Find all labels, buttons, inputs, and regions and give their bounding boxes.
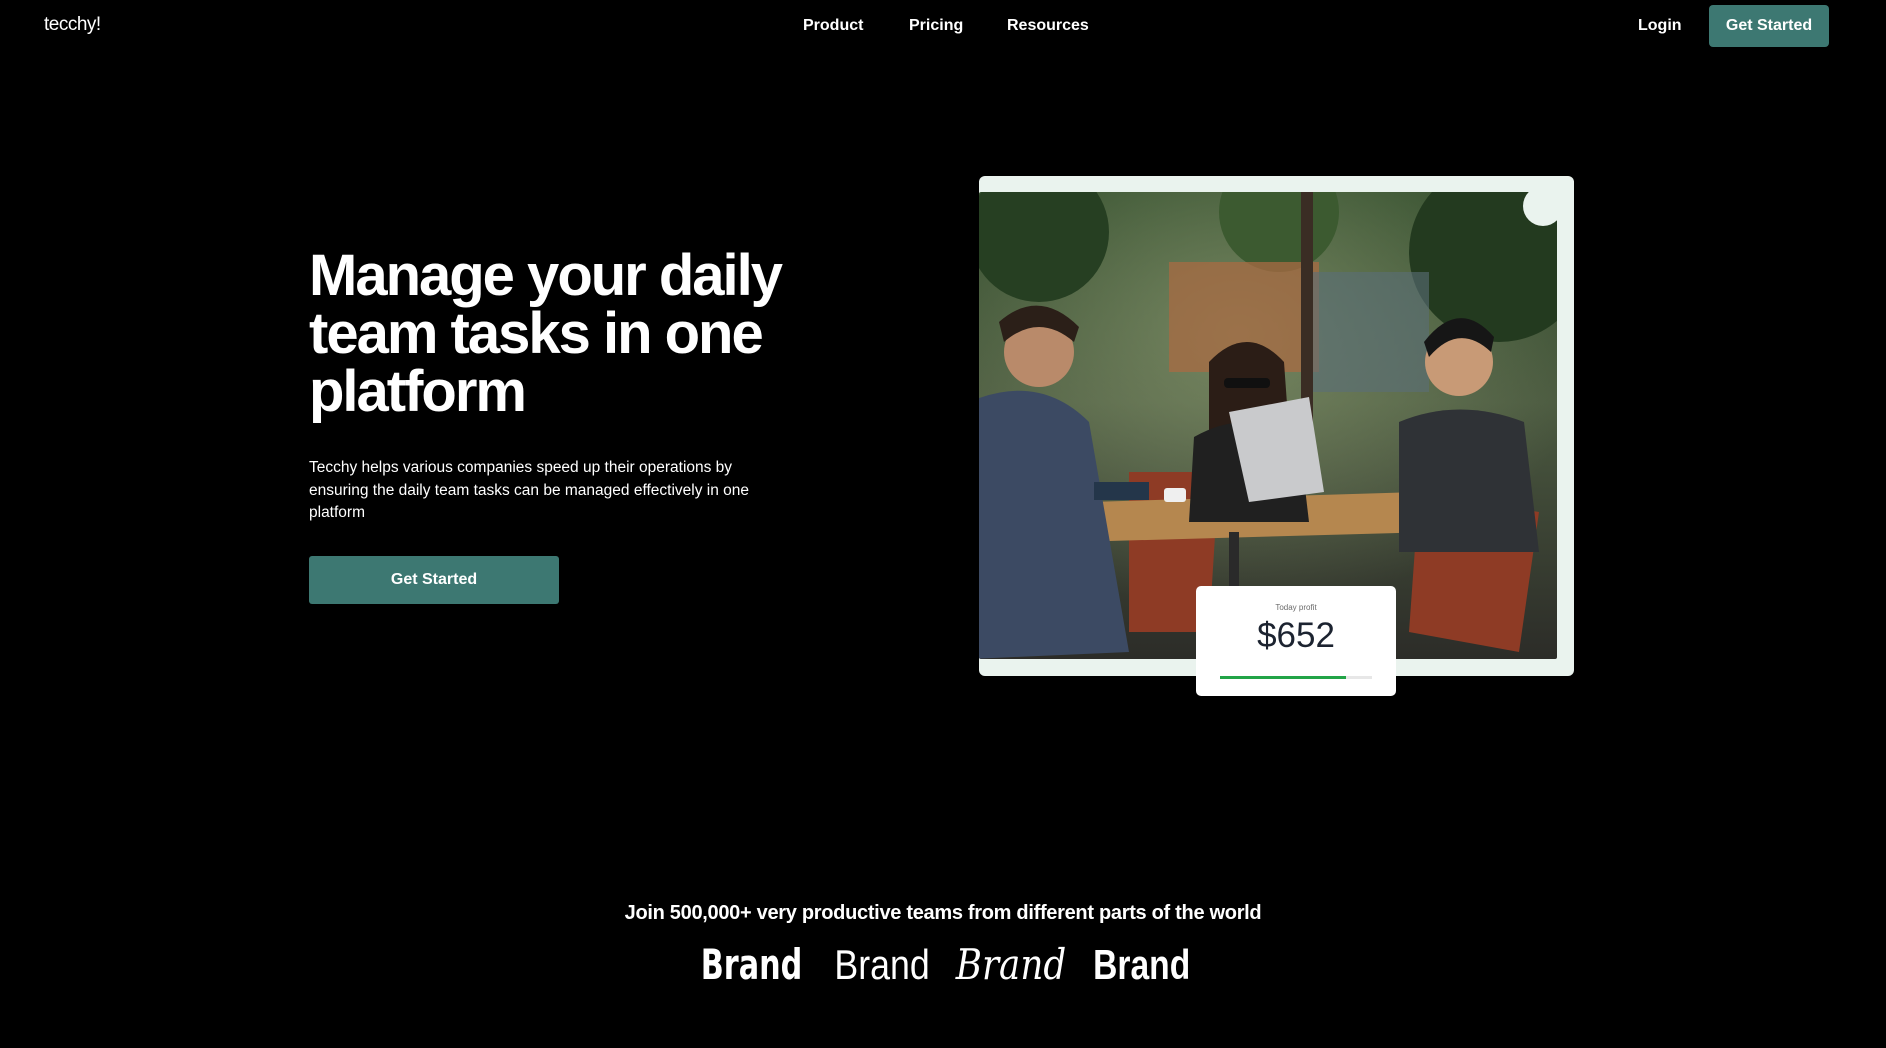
profit-progress-fill — [1220, 676, 1347, 679]
hero-description: Tecchy helps various companies speed up … — [309, 459, 750, 521]
hero-get-started-button[interactable]: Get Started — [309, 556, 559, 604]
nav-link-product[interactable]: Product — [803, 17, 863, 35]
brand-logo: Brand — [701, 940, 803, 989]
profit-value: $652 — [1257, 616, 1335, 655]
hero-title: Manage your daily team tasks in one plat… — [309, 243, 783, 424]
login-link[interactable]: Login — [1638, 17, 1682, 35]
brand-logo: Brand — [955, 940, 1066, 989]
profit-card: Today profit $652 — [1196, 586, 1396, 696]
nav-link-pricing[interactable]: Pricing — [909, 17, 963, 35]
brand-logo: Brand — [834, 941, 930, 988]
nav-link-resources[interactable]: Resources — [1007, 17, 1089, 35]
brand-logo: Brand — [1093, 941, 1191, 988]
brand-logos: Brand Brand Brand Brand — [0, 940, 1886, 989]
profit-progress-bar — [1220, 676, 1372, 679]
nav-get-started-button[interactable]: Get Started — [1709, 5, 1829, 47]
decorative-circle — [1523, 186, 1563, 226]
social-proof-text: Join 500,000+ very productive teams from… — [624, 902, 1262, 924]
main-nav: Product Pricing Resources — [0, 17, 1886, 37]
profit-label: Today profit — [1275, 603, 1317, 612]
